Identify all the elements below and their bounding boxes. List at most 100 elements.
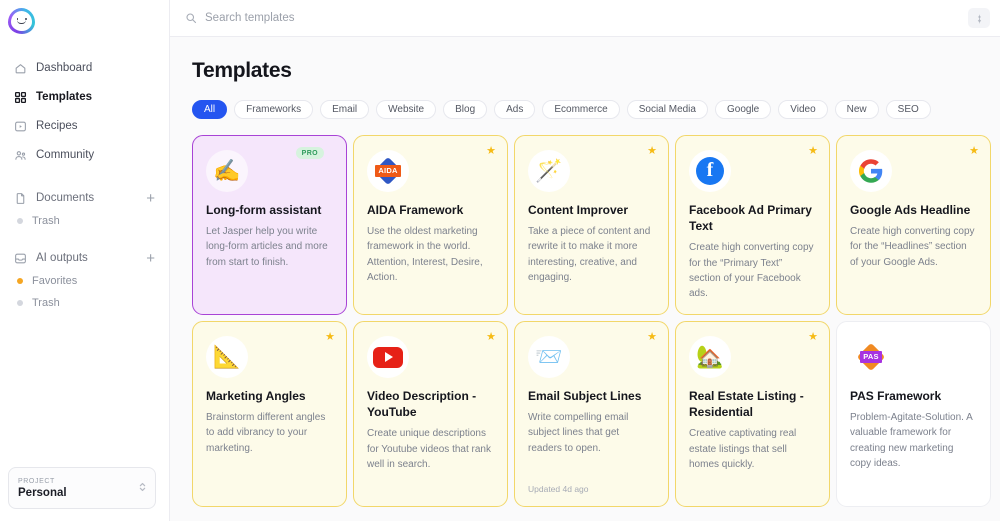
- sidebar-group-label: Documents: [36, 192, 95, 204]
- project-label: PROJECT: [18, 477, 55, 485]
- tab-blog[interactable]: Blog: [443, 100, 488, 119]
- tab-email[interactable]: Email: [320, 100, 370, 119]
- template-card[interactable]: ★ f Facebook Ad Primary Text Create high…: [675, 135, 830, 315]
- card-description: Let Jasper help you write long-form arti…: [206, 226, 328, 268]
- sidebar-group-label: AI outputs: [36, 252, 88, 264]
- tab-video[interactable]: Video: [778, 100, 828, 119]
- card-title: Real Estate Listing - Residential: [689, 389, 804, 420]
- sidebar-item-documents-trash[interactable]: Trash: [8, 210, 161, 232]
- pas-mark: PAS: [857, 343, 885, 371]
- sidebar-item-label: Templates: [36, 91, 93, 103]
- project-switcher[interactable]: PROJECT Personal: [8, 467, 156, 509]
- youtube-icon: [367, 336, 409, 378]
- tab-website[interactable]: Website: [376, 100, 437, 119]
- card-title: PAS Framework: [850, 389, 942, 403]
- card-title: Email Subject Lines: [528, 389, 642, 403]
- topbar: [170, 0, 1000, 37]
- star-icon[interactable]: ★: [969, 146, 979, 157]
- star-icon[interactable]: ★: [486, 146, 496, 157]
- star-icon[interactable]: ★: [808, 332, 818, 343]
- nav-divider: [0, 232, 169, 246]
- sidebar-item-label: Community: [36, 149, 95, 161]
- card-description: Creative captivating real estate listing…: [689, 428, 797, 470]
- card-emoji: 🪄: [535, 158, 563, 183]
- dot-icon: [17, 278, 23, 284]
- inbox-icon: [14, 252, 27, 265]
- add-ai-output-button[interactable]: +: [146, 251, 155, 266]
- file-icon: [14, 192, 27, 205]
- dot-icon: [17, 300, 23, 306]
- card-title: AIDA Framework: [367, 203, 464, 217]
- triangular-ruler-icon: 📐: [206, 336, 248, 378]
- search-input[interactable]: [205, 12, 960, 24]
- sidebar-item-favorites[interactable]: Favorites: [8, 270, 161, 292]
- sidebar-item-dashboard[interactable]: Dashboard: [8, 56, 161, 80]
- sidebar-subitem-label: Trash: [32, 297, 60, 309]
- sidebar-item-community[interactable]: Community: [8, 143, 161, 167]
- card-updated-status: Updated 4d ago: [528, 484, 589, 494]
- tab-frameworks[interactable]: Frameworks: [234, 100, 314, 119]
- page-title: Templates: [192, 59, 292, 82]
- sidebar-item-recipes[interactable]: Recipes: [8, 114, 161, 138]
- star-icon[interactable]: ★: [647, 332, 657, 343]
- tab-seo[interactable]: SEO: [885, 100, 931, 119]
- tab-new[interactable]: New: [834, 100, 879, 119]
- template-card[interactable]: PRO ✍️ Long-form assistant Let Jasper he…: [192, 135, 347, 315]
- writing-hand-icon: ✍️: [206, 150, 248, 192]
- people-icon: [14, 149, 27, 162]
- logo-face-icon: [16, 18, 27, 24]
- tab-ads[interactable]: Ads: [494, 100, 536, 119]
- sparkle-icon[interactable]: [968, 8, 990, 28]
- card-title: Content Improver: [528, 203, 629, 217]
- sidebar-group-ai-outputs[interactable]: AI outputs +: [8, 246, 161, 270]
- card-description: Use the oldest marketing framework in th…: [367, 226, 483, 283]
- card-emoji: 📨: [535, 344, 563, 369]
- template-card[interactable]: ★ 📐 Marketing Angles Brainstorm differen…: [192, 321, 347, 507]
- incoming-envelope-icon: 📨: [528, 336, 570, 378]
- template-card[interactable]: PAS PAS Framework Problem-Agitate-Soluti…: [836, 321, 991, 507]
- card-description: Create unique descriptions for Youtube v…: [367, 428, 491, 470]
- template-card[interactable]: ★ AIDA AIDA Framework Use the oldest mar…: [353, 135, 508, 315]
- facebook-icon: f: [689, 150, 731, 192]
- template-card[interactable]: ★ Video Description - YouTube Create uni…: [353, 321, 508, 507]
- facebook-mark: f: [696, 157, 724, 185]
- pas-icon: PAS: [850, 336, 892, 378]
- house-with-garden-icon: 🏡: [689, 336, 731, 378]
- star-icon[interactable]: ★: [808, 146, 818, 157]
- star-icon[interactable]: ★: [486, 332, 496, 343]
- card-emoji: ✍️: [213, 158, 241, 183]
- jasper-logo[interactable]: [8, 8, 35, 34]
- card-description: Take a piece of content and rewrite it t…: [528, 226, 651, 283]
- dot-icon: [17, 218, 23, 224]
- template-card[interactable]: ★ 🏡 Real Estate Listing - Residential Cr…: [675, 321, 830, 507]
- card-title: Marketing Angles: [206, 389, 306, 403]
- project-name: Personal: [18, 486, 67, 499]
- template-card[interactable]: ★ Google Ads Headline Create high conver…: [836, 135, 991, 315]
- magic-wand-icon: 🪄: [528, 150, 570, 192]
- tab-ecommerce[interactable]: Ecommerce: [542, 100, 620, 119]
- sidebar-item-templates[interactable]: Templates: [8, 85, 161, 109]
- star-icon[interactable]: ★: [325, 332, 335, 343]
- sidebar-subitem-label: Trash: [32, 215, 60, 227]
- card-description: Create high converting copy for the “Pri…: [689, 242, 814, 299]
- play-square-icon: [14, 120, 27, 133]
- card-description: Brainstorm different angles to add vibra…: [206, 412, 326, 454]
- card-title: Video Description - YouTube: [367, 389, 477, 420]
- tab-google[interactable]: Google: [714, 100, 772, 119]
- star-icon[interactable]: ★: [647, 146, 657, 157]
- template-card[interactable]: ★ 📨 Email Subject Lines Write compelling…: [514, 321, 669, 507]
- sidebar-item-ai-outputs-trash[interactable]: Trash: [8, 292, 161, 314]
- grid-icon: [14, 91, 27, 104]
- template-card[interactable]: ★ 🪄 Content Improver Take a piece of con…: [514, 135, 669, 315]
- tab-all[interactable]: All: [192, 100, 228, 119]
- add-document-button[interactable]: +: [146, 191, 155, 206]
- app-root: Dashboard Templates Recipes Community Do…: [0, 0, 1000, 521]
- tab-social-media[interactable]: Social Media: [626, 100, 708, 119]
- logo-area: [0, 0, 169, 40]
- category-tabs: All Frameworks Email Website Blog Ads Ec…: [192, 100, 1000, 119]
- card-title: Google Ads Headline: [850, 203, 971, 217]
- sidebar-group-documents[interactable]: Documents +: [8, 186, 161, 210]
- sidebar-item-label: Recipes: [36, 120, 78, 132]
- card-emoji: 📐: [213, 344, 241, 369]
- home-icon: [14, 62, 27, 75]
